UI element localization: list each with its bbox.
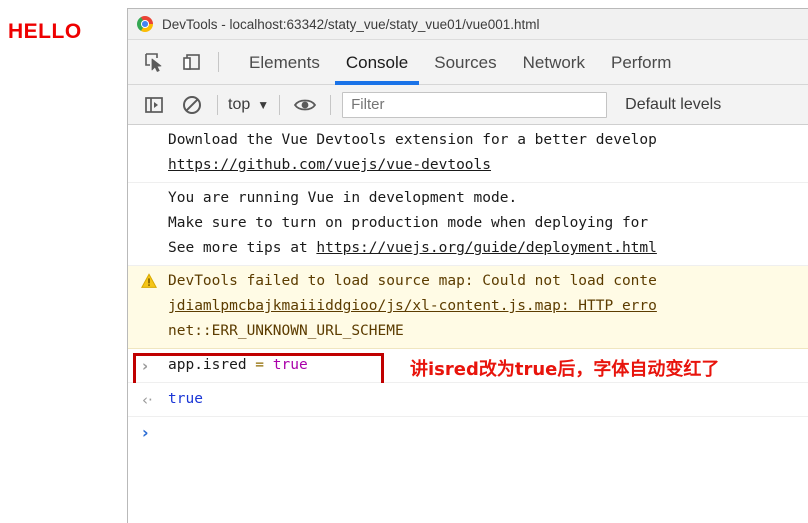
devtools-tab-bar: Elements Console Sources Network Perform <box>128 40 808 85</box>
eye-icon[interactable] <box>288 88 322 122</box>
annotation-text: 讲isred改为true后，字体自动变红了 <box>410 359 720 380</box>
console-message-link[interactable]: https://github.com/vuejs/vue-devtools <box>168 153 808 178</box>
console-message-line: Download the Vue Devtools extension for … <box>168 132 657 148</box>
console-message-warning: DevTools failed to load source map: Coul… <box>128 266 808 349</box>
toolbar-separator-2 <box>279 94 281 115</box>
console-sidebar-icon[interactable] <box>137 88 171 122</box>
console-new-prompt[interactable]: › <box>128 417 808 451</box>
devtools-title-bar: DevTools - localhost:63342/staty_vue/sta… <box>128 9 808 40</box>
toolbar-separator-3 <box>330 94 332 115</box>
warning-triangle-icon <box>141 273 157 288</box>
console-message-line: DevTools failed to load source map: Coul… <box>168 273 657 289</box>
console-input-operator: = <box>246 357 273 373</box>
tab-elements[interactable]: Elements <box>236 40 333 85</box>
device-toolbar-icon[interactable] <box>175 45 209 79</box>
inspect-element-icon[interactable] <box>137 45 171 79</box>
chrome-logo-icon <box>137 16 153 32</box>
console-log-area[interactable]: Download the Vue Devtools extension for … <box>128 125 808 523</box>
devtools-title-text: DevTools - localhost:63342/staty_vue/sta… <box>162 16 540 32</box>
console-input-prompt-icon: › <box>142 357 149 375</box>
console-output-text: true <box>168 391 203 407</box>
console-message-log: Download the Vue Devtools extension for … <box>128 125 808 183</box>
console-message-text: See more tips at <box>168 240 317 256</box>
console-output-marker-icon: ‹· <box>142 391 153 409</box>
console-message-log: You are running Vue in development mode.… <box>128 183 808 266</box>
chevron-down-icon: ▼ <box>257 97 270 112</box>
console-message-line: See more tips at https://vuejs.org/guide… <box>168 236 808 261</box>
console-message-line: net::ERR_UNKNOWN_URL_SCHEME <box>168 323 404 339</box>
toolbar-separator-1 <box>217 94 218 115</box>
console-message-line: Make sure to turn on production mode whe… <box>168 215 649 231</box>
page-hello-heading: HELLO <box>8 20 82 43</box>
tabbar-separator <box>218 52 219 72</box>
console-message-link[interactable]: jdiamlpmcbajkmaiiiddgioo/js/xl-content.j… <box>168 294 808 319</box>
console-message-line: You are running Vue in development mode. <box>168 190 518 206</box>
console-levels-selector[interactable]: Default levels <box>625 96 721 114</box>
console-executed-input[interactable]: › app.isred = true 讲isred改为true后，字体自动变红了 <box>128 349 808 389</box>
tab-network[interactable]: Network <box>510 40 598 85</box>
console-toolbar: top ▼ Default levels <box>128 85 808 125</box>
web-page-background: HELLO <box>0 0 127 523</box>
console-input-identifier: app.isred <box>168 357 247 373</box>
console-context-label: top <box>228 95 251 113</box>
console-message-link[interactable]: https://vuejs.org/guide/deployment.html <box>316 240 656 256</box>
tab-console[interactable]: Console <box>333 40 421 85</box>
console-prompt-icon: › <box>142 423 149 442</box>
console-context-selector[interactable]: top ▼ <box>226 96 271 114</box>
console-output-value: ‹· true <box>128 383 808 417</box>
tab-performance[interactable]: Perform <box>598 40 684 85</box>
devtools-window: DevTools - localhost:63342/staty_vue/sta… <box>127 8 808 523</box>
console-input-boolean: true <box>272 357 308 373</box>
clear-console-icon[interactable] <box>175 88 209 122</box>
tab-sources[interactable]: Sources <box>421 40 509 85</box>
console-filter-input[interactable] <box>342 91 608 118</box>
